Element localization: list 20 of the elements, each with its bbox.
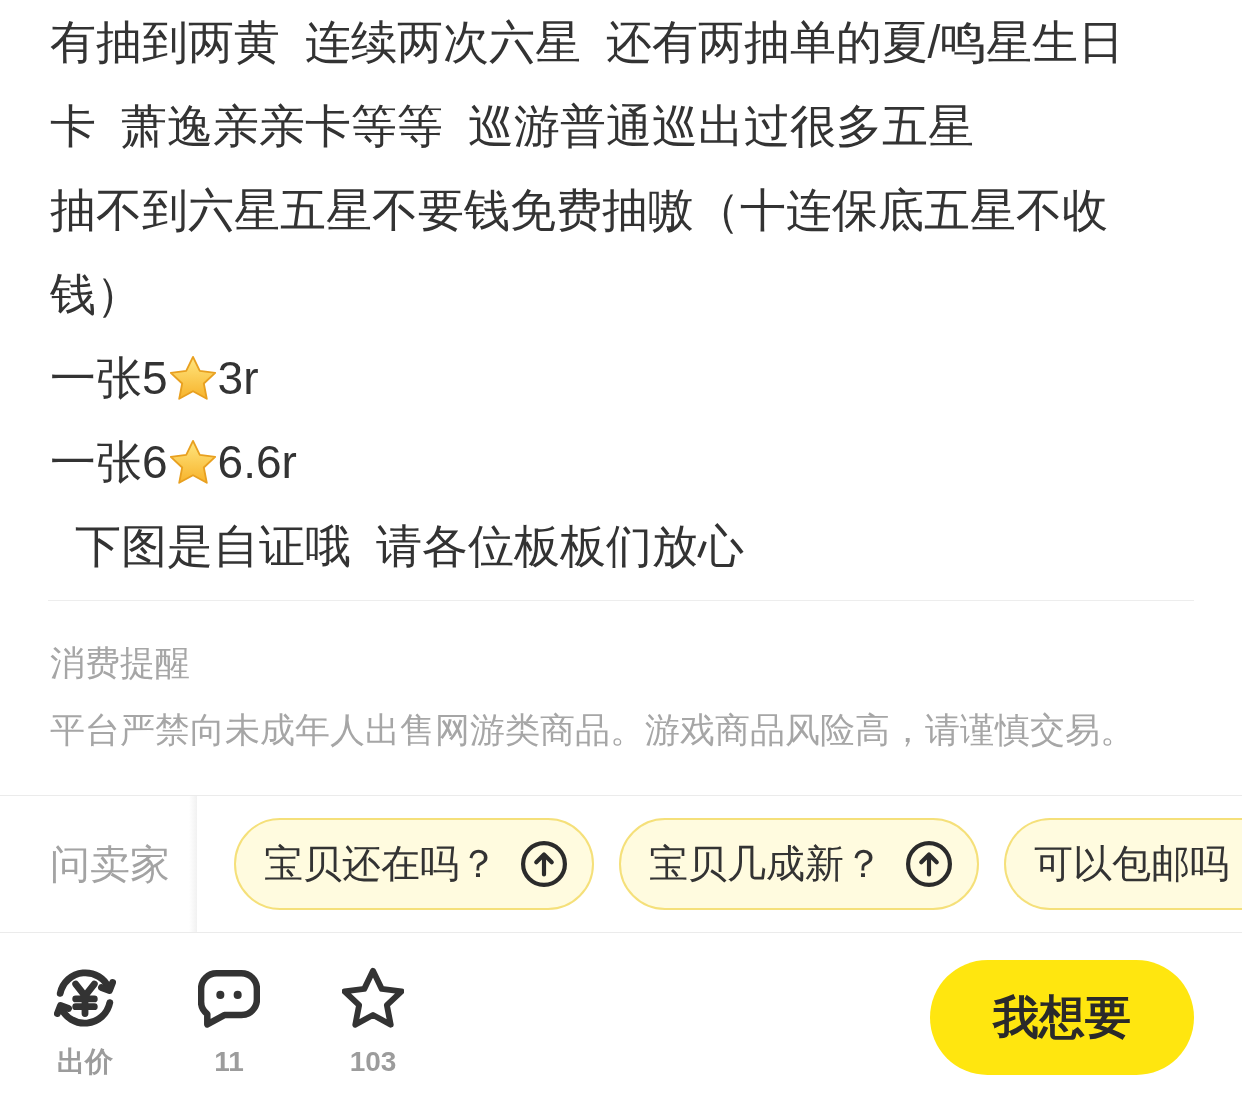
reminder-text: 平台严禁向未成年人出售网游类商品。游戏商品风险高，请谨慎交易。 [50, 709, 1136, 751]
price-value: 3r [217, 351, 259, 406]
price-value: 6.6r [217, 435, 297, 490]
price-label: 一张5 [50, 351, 168, 406]
chat-bubble-icon [198, 967, 260, 1029]
question-chip[interactable]: 宝贝还在吗？ [234, 818, 594, 910]
star-emoji-icon [169, 355, 216, 401]
description-text: 有抽到两黄 连续两次六星 还有两抽单的夏/鸣星生日卡 萧逸亲亲卡等等 巡游普通巡出过很多五星 [50, 15, 1126, 154]
question-chip[interactable]: 可以包邮吗 [1004, 818, 1242, 910]
arrow-up-circle-icon [906, 841, 952, 887]
reminder-title: 消费提醒 [50, 642, 191, 684]
want-button[interactable]: 我想要 [930, 960, 1194, 1075]
description-text: 下图是自证哦 请各位板板们放心 [73, 519, 745, 574]
price-label: 一张6 [50, 435, 168, 490]
description-text: 抽不到六星五星不要钱免费抽嗷（十连保底五星不收钱） [50, 183, 1109, 322]
star-emoji-icon [169, 439, 216, 485]
question-chip[interactable]: 宝贝几成新？ [619, 818, 979, 910]
star-outline-icon [342, 967, 404, 1029]
yen-exchange-icon [54, 967, 116, 1029]
arrow-up-circle-icon [521, 841, 567, 887]
